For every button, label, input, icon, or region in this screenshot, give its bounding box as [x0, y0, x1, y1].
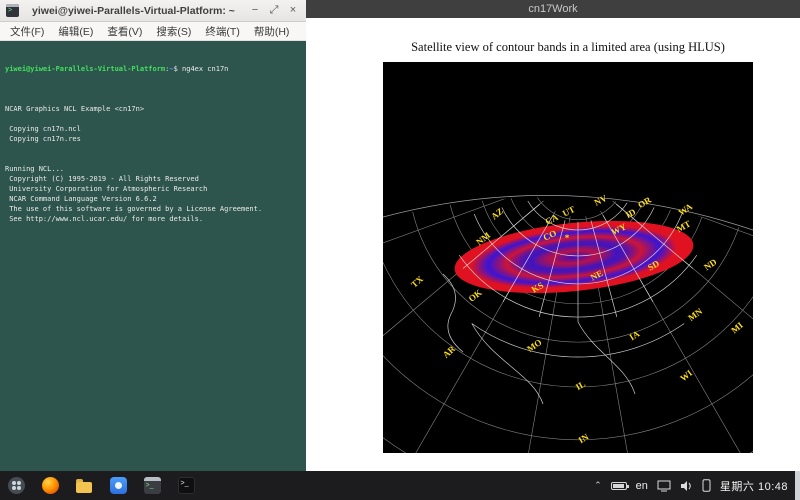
- minimize-button[interactable]: −: [248, 4, 262, 18]
- tray-expand-icon[interactable]: ⌃: [594, 480, 602, 491]
- plot-window-titlebar[interactable]: cn17Work: [306, 0, 800, 18]
- menu-search[interactable]: 搜索(S): [149, 24, 198, 39]
- terminal-output-line: University Corporation for Atmospheric R…: [5, 184, 301, 194]
- software-store-icon[interactable]: [106, 474, 130, 498]
- terminal-output-line: See http://www.ncl.ucar.edu/ for more de…: [5, 214, 301, 224]
- input-method-indicator[interactable]: en: [636, 480, 648, 492]
- prompt-user-host: yiwei@yiwei-Parallels-Virtual-Platform: [5, 65, 165, 73]
- terminal-output-line: [5, 114, 301, 124]
- terminal-output-line: Copying cn17n.res: [5, 134, 301, 144]
- terminal-screen[interactable]: yiwei@yiwei-Parallels-Virtual-Platform:~…: [0, 41, 306, 471]
- system-tray: ⌃ en 星期六 10:48: [594, 478, 800, 494]
- battery-icon[interactable]: [611, 482, 627, 490]
- phone-icon[interactable]: [702, 479, 711, 492]
- terminal-output: NCAR Graphics NCL Example <cn17n> Copyin…: [5, 94, 301, 224]
- taskbar: ⌃ en 星期六 10:48: [0, 471, 800, 500]
- show-desktop-button[interactable]: [795, 471, 800, 500]
- terminal-icon[interactable]: [140, 474, 164, 498]
- volume-icon[interactable]: [680, 480, 693, 492]
- plot-canvas: Satellite view of contour bands in a lim…: [306, 18, 800, 471]
- plot-window-title: cn17Work: [528, 3, 577, 15]
- terminal-window: yiwei@yiwei-Parallels-Virtual-Platform: …: [0, 0, 306, 471]
- map-label-*: *: [565, 233, 570, 243]
- plot-window: cn17Work Satellite view of contour bands…: [306, 0, 800, 471]
- display-icon[interactable]: [657, 480, 671, 492]
- terminal-menubar: 文件(F) 编辑(E) 查看(V) 搜索(S) 终端(T) 帮助(H): [0, 22, 306, 41]
- terminal-output-line: The use of this software is governed by …: [5, 204, 301, 214]
- terminal-output-line: [5, 154, 301, 164]
- satellite-map: TXOKARKSMONMAZCAUTNVCO*WYNESDNDIDORWAMTM…: [383, 62, 753, 453]
- taskbar-launchers: [4, 474, 198, 498]
- start-menu-icon[interactable]: [4, 474, 28, 498]
- menu-view[interactable]: 查看(V): [100, 24, 149, 39]
- maximize-button[interactable]: ⤢: [267, 4, 281, 18]
- firefox-icon[interactable]: [38, 474, 62, 498]
- file-manager-icon[interactable]: [72, 474, 96, 498]
- satellite-map-svg: TXOKARKSMONMAZCAUTNVCO*WYNESDNDIDORWAMTM…: [383, 62, 753, 453]
- terminal-window-title: yiwei@yiwei-Parallels-Virtual-Platform: …: [24, 5, 243, 17]
- terminal-output-line: [5, 94, 301, 104]
- menu-edit[interactable]: 编辑(E): [51, 24, 100, 39]
- menu-file[interactable]: 文件(F): [3, 24, 51, 39]
- terminal-output-line: Copying cn17n.ncl: [5, 124, 301, 134]
- terminal-prompt-line: yiwei@yiwei-Parallels-Virtual-Platform:~…: [5, 64, 301, 74]
- menu-terminal[interactable]: 终端(T): [198, 24, 246, 39]
- clock[interactable]: 星期六 10:48: [720, 478, 788, 494]
- terminal-output-line: Copyright (C) 1995-2019 - All Rights Res…: [5, 174, 301, 184]
- terminal-dark-icon[interactable]: [174, 474, 198, 498]
- terminal-output-line: [5, 144, 301, 154]
- terminal-output-line: NCAR Command Language Version 6.6.2: [5, 194, 301, 204]
- terminal-output-line: Running NCL...: [5, 164, 301, 174]
- terminal-app-icon: [6, 4, 19, 17]
- plot-title: Satellite view of contour bands in a lim…: [383, 40, 753, 55]
- prompt-command: $ ng4ex cn17n: [174, 65, 229, 73]
- desktop: yiwei@yiwei-Parallels-Virtual-Platform: …: [0, 0, 800, 500]
- terminal-output-line: NCAR Graphics NCL Example <cn17n>: [5, 104, 301, 114]
- close-button[interactable]: ×: [286, 4, 300, 18]
- menu-help[interactable]: 帮助(H): [247, 24, 297, 39]
- terminal-titlebar[interactable]: yiwei@yiwei-Parallels-Virtual-Platform: …: [0, 0, 306, 22]
